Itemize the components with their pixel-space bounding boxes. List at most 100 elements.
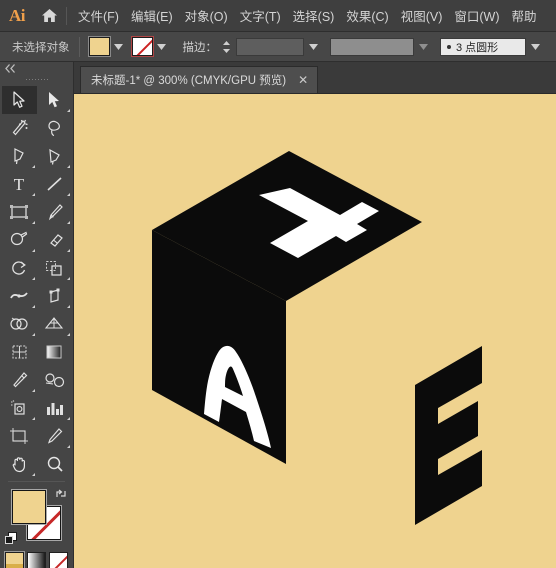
- menu-item-list: 文件(F) 编辑(E) 对象(O) 文字(T) 选择(S) 效果(C) 视图(V…: [72, 2, 543, 29]
- selection-status-label: 未选择对象: [12, 41, 70, 54]
- eraser-tool[interactable]: [37, 226, 72, 254]
- stroke-swatch-group[interactable]: [130, 36, 169, 57]
- tool-more-indicator-icon: [66, 445, 70, 448]
- menu-select[interactable]: 选择(S): [287, 2, 341, 29]
- tools-panel-collapse-button[interactable]: [0, 62, 73, 74]
- tool-more-indicator-icon: [31, 389, 35, 392]
- fill-color-indicator[interactable]: [11, 489, 47, 525]
- menu-divider: [66, 6, 67, 25]
- magic-wand-tool[interactable]: [2, 114, 37, 142]
- artboard-tool[interactable]: [2, 422, 37, 450]
- opacity-chevron-down-icon[interactable]: [416, 38, 430, 56]
- tools-panel-grip[interactable]: [0, 74, 73, 86]
- scale-tool[interactable]: [37, 254, 72, 282]
- tool-more-indicator-icon: [31, 193, 35, 196]
- column-graph-tool[interactable]: [37, 394, 72, 422]
- fill-swatch[interactable]: [87, 36, 111, 57]
- stroke-weight-label: 描边：: [182, 41, 218, 54]
- perspective-grid-tool[interactable]: [37, 310, 72, 338]
- tool-more-indicator-icon: [31, 333, 35, 336]
- tool-more-indicator-icon: [66, 193, 70, 196]
- stroke-swatch[interactable]: [130, 36, 154, 57]
- pen-tool[interactable]: [2, 142, 37, 170]
- gradient-tool[interactable]: [37, 338, 72, 366]
- slice-tool[interactable]: [37, 422, 72, 450]
- direct-selection-tool[interactable]: [37, 86, 72, 114]
- stroke-weight-stepper[interactable]: [221, 38, 232, 56]
- width-tool[interactable]: [2, 282, 37, 310]
- paintbrush-tool[interactable]: [37, 198, 72, 226]
- tool-more-indicator-icon: [66, 249, 70, 252]
- tools-panel: T: [0, 62, 74, 568]
- illustrator-window: Ai 文件(F) 编辑(E) 对象(O) 文字(T) 选择(S) 效果(C) 视…: [0, 0, 556, 568]
- symbol-sprayer-tool[interactable]: [2, 394, 37, 422]
- profile-dot-icon: [447, 44, 451, 49]
- tool-more-indicator-icon: [66, 333, 70, 336]
- swap-fill-stroke-icon[interactable]: [55, 487, 67, 499]
- blend-tool[interactable]: [37, 366, 72, 394]
- tool-more-indicator-icon: [66, 109, 70, 112]
- gradient-mode-button[interactable]: [27, 552, 46, 568]
- zoom-tool[interactable]: [37, 450, 72, 478]
- curvature-tool[interactable]: [37, 142, 72, 170]
- free-transform-tool[interactable]: [37, 282, 72, 310]
- document-tab-title: 未标题-1* @ 300% (CMYK/GPU 预览): [91, 75, 287, 87]
- tools-divider: [8, 481, 65, 482]
- tool-more-indicator-icon: [66, 221, 70, 224]
- hand-tool[interactable]: [2, 450, 37, 478]
- stroke-weight-input[interactable]: [236, 37, 304, 56]
- shaper-tool[interactable]: [2, 226, 37, 254]
- tool-more-indicator-icon: [31, 165, 35, 168]
- color-mode-button[interactable]: [4, 551, 25, 568]
- menu-edit[interactable]: 编辑(E): [125, 2, 179, 29]
- none-mode-button[interactable]: [49, 552, 68, 568]
- mesh-tool[interactable]: [2, 338, 37, 366]
- rectangle-tool[interactable]: [2, 198, 37, 226]
- rotate-tool[interactable]: [2, 254, 37, 282]
- tool-more-indicator-icon: [31, 417, 35, 420]
- menu-help[interactable]: 帮助: [506, 2, 543, 29]
- tool-more-indicator-icon: [66, 305, 70, 308]
- document-tab[interactable]: 未标题-1* @ 300% (CMYK/GPU 预览) ✕: [80, 66, 319, 93]
- tool-more-indicator-icon: [31, 221, 35, 224]
- tool-more-indicator-icon: [66, 165, 70, 168]
- document-tab-bar: 未标题-1* @ 300% (CMYK/GPU 预览) ✕: [74, 62, 556, 94]
- close-icon[interactable]: ✕: [296, 73, 310, 87]
- selection-tool[interactable]: [1, 86, 37, 114]
- isometric-cube-tae-artwork: [152, 151, 482, 525]
- app-logo-icon: Ai: [9, 5, 26, 25]
- tool-more-indicator-icon: [31, 277, 35, 280]
- control-divider: [78, 36, 80, 57]
- tool-more-indicator-icon: [31, 305, 35, 308]
- type-tool[interactable]: T: [2, 170, 37, 198]
- lasso-tool[interactable]: [37, 114, 72, 142]
- stroke-profile-select[interactable]: 3 点圆形: [440, 37, 526, 56]
- stroke-chevron-down-icon[interactable]: [155, 38, 169, 56]
- artboard-canvas[interactable]: [74, 94, 556, 568]
- home-icon[interactable]: [34, 0, 64, 32]
- svg-text:T: T: [14, 175, 25, 193]
- opacity-input[interactable]: [330, 37, 414, 56]
- menu-file[interactable]: 文件(F): [72, 2, 125, 29]
- stroke-weight-chevron-down-icon[interactable]: [306, 38, 320, 56]
- cube-right-face-letter-e: [415, 346, 482, 525]
- stroke-profile-value: 3 点圆形: [456, 41, 499, 54]
- line-segment-tool[interactable]: [37, 170, 72, 198]
- menu-effect[interactable]: 效果(C): [340, 2, 394, 29]
- control-bar: 未选择对象 描边： 3 点圆形: [0, 32, 556, 62]
- color-mode-buttons: [0, 551, 73, 568]
- menu-object[interactable]: 对象(O): [179, 2, 234, 29]
- fill-swatch-group[interactable]: [87, 36, 126, 57]
- fill-stroke-indicator: [0, 486, 74, 548]
- menu-view[interactable]: 视图(V): [395, 2, 449, 29]
- eyedropper-tool[interactable]: [2, 366, 37, 394]
- default-fill-stroke-icon[interactable]: [5, 532, 18, 545]
- fill-chevron-down-icon[interactable]: [112, 38, 126, 56]
- menu-window[interactable]: 窗口(W): [448, 2, 505, 29]
- shape-builder-tool[interactable]: [2, 310, 37, 338]
- menu-type[interactable]: 文字(T): [234, 2, 287, 29]
- stroke-profile-chevron-down-icon[interactable]: [528, 38, 542, 56]
- tool-more-indicator-icon: [31, 473, 35, 476]
- menu-bar: Ai 文件(F) 编辑(E) 对象(O) 文字(T) 选择(S) 效果(C) 视…: [0, 0, 556, 32]
- tool-more-indicator-icon: [66, 277, 70, 280]
